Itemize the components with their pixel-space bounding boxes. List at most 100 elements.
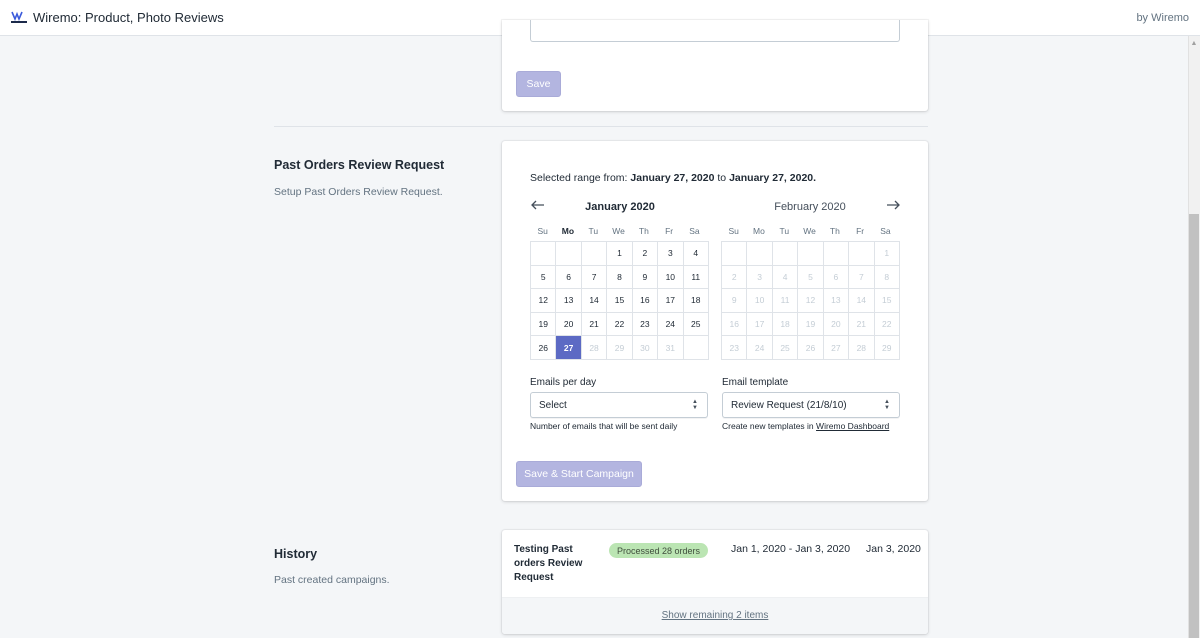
calendar-empty-cell (531, 242, 557, 266)
app-title: Wiremo: Product, Photo Reviews (33, 10, 224, 25)
calendar-day: 26 (798, 336, 824, 360)
calendar-day[interactable]: 14 (581, 289, 608, 313)
scroll-up-arrow-icon[interactable]: ▲ (1190, 40, 1198, 48)
calendar-day: 29 (607, 336, 633, 360)
calendar-day: 10 (747, 289, 773, 313)
weekday-label: Sa (880, 226, 891, 236)
show-remaining-link[interactable]: Show remaining 2 items (502, 610, 928, 621)
calendar-day[interactable]: 2 (632, 242, 659, 266)
weekday-label: Fr (856, 226, 865, 236)
past-orders-description: Setup Past Orders Review Request. (274, 186, 443, 198)
email-template-label: Email template (722, 377, 789, 388)
history-description: Past created campaigns. (274, 574, 390, 586)
emails-per-day-select[interactable]: Select ▲ ▼ (530, 392, 708, 418)
weekday-header-left: Su Mo Tu We Th Fr Sa (530, 226, 707, 236)
history-title: History (274, 547, 318, 561)
range-start: January 27, 2020 (630, 172, 715, 184)
calendar-day: 29 (874, 336, 900, 360)
calendar-day: 25 (772, 336, 799, 360)
weekday-label: We (803, 226, 816, 236)
campaign-date: Jan 3, 2020 (866, 543, 921, 555)
calendar-empty-cell (581, 242, 608, 266)
emails-per-day-value: Select (539, 399, 567, 411)
calendar-day[interactable]: 5 (531, 265, 557, 290)
calendar-day[interactable]: 22 (607, 312, 633, 337)
calendar-empty-cell (747, 242, 773, 266)
calendar-day-selected[interactable]: 27 (556, 336, 582, 360)
calendar-day[interactable]: 25 (683, 312, 709, 337)
scrollbar-thumb[interactable] (1189, 214, 1199, 638)
calendar-day[interactable]: 21 (581, 312, 608, 337)
calendar-day: 8 (874, 265, 900, 290)
status-badge: Processed 28 orders (609, 543, 709, 558)
calendar-day[interactable]: 19 (531, 312, 557, 337)
calendar-day[interactable]: 15 (607, 289, 633, 313)
select-chevron-icon: ▲ ▼ (884, 399, 890, 411)
past-orders-title: Past Orders Review Request (274, 158, 445, 172)
calendar-day[interactable]: 11 (683, 265, 709, 290)
weekday-header-right: Su Mo Tu We Th Fr Sa (721, 226, 898, 236)
calendar-day: 31 (658, 336, 684, 360)
weekday-label: Tu (588, 226, 599, 236)
calendar-empty-cell (849, 242, 875, 266)
calendar-grid-february: 1 2 3 4 5 6 7 8 9 10 11 12 13 14 15 16 17 18 19 20 21 22 23 24 2… (721, 241, 900, 360)
section-divider (274, 126, 928, 127)
calendar-empty-cell (683, 336, 709, 360)
calendar-empty-cell (823, 242, 850, 266)
range-end: January 27, 2020. (729, 172, 817, 184)
calendar-day[interactable]: 10 (658, 265, 684, 290)
calendar-month-february: February 2020 (774, 201, 846, 213)
calendar-month-january: January 2020 (585, 201, 655, 213)
calendar-day[interactable]: 13 (556, 289, 582, 313)
calendar-empty-cell (772, 242, 799, 266)
email-template-select[interactable]: Review Request (21/8/10) ▲ ▼ (722, 392, 900, 418)
wiremo-dashboard-link[interactable]: Wiremo Dashboard (816, 421, 889, 431)
calendar-day[interactable]: 17 (658, 289, 684, 313)
calendar-day: 16 (722, 312, 748, 337)
weekday-label: Mo (753, 226, 765, 236)
calendar-day[interactable]: 8 (607, 265, 633, 290)
weekday-label: We (612, 226, 625, 236)
calendar-day[interactable]: 9 (632, 265, 659, 290)
weekday-label: Th (638, 226, 649, 236)
calendar-day: 22 (874, 312, 900, 337)
calendar-day: 30 (632, 336, 659, 360)
calendar-day[interactable]: 4 (683, 242, 709, 266)
calendar-day[interactable]: 18 (683, 289, 709, 313)
weekday-label: Su (537, 226, 548, 236)
calendar-grid-january: 1 2 3 4 5 6 7 8 9 10 11 12 13 14 15 16 17 18 19 20 21 22 23 24 2… (530, 241, 709, 360)
selected-range-text: Selected range from: January 27, 2020 to… (530, 172, 817, 184)
calendar-day[interactable]: 26 (531, 336, 557, 360)
previous-text-field[interactable] (530, 20, 900, 42)
calendar-day[interactable]: 6 (556, 265, 582, 290)
save-button[interactable]: Save (516, 71, 561, 97)
calendar-day[interactable]: 16 (632, 289, 659, 313)
calendar-empty-cell (556, 242, 582, 266)
calendar-day: 18 (772, 312, 799, 337)
save-start-campaign-button[interactable]: Save & Start Campaign (516, 461, 642, 487)
weekday-label: Fr (665, 226, 674, 236)
calendar-day: 11 (772, 289, 799, 313)
calendar-day[interactable]: 3 (658, 242, 684, 266)
calendar-day[interactable]: 24 (658, 312, 684, 337)
calendar-day[interactable]: 1 (607, 242, 633, 266)
calendar-day: 23 (722, 336, 748, 360)
calendar-day[interactable]: 12 (531, 289, 557, 313)
by-wiremo-label: by Wiremo (1136, 12, 1189, 24)
calendar-day: 24 (747, 336, 773, 360)
calendar-day[interactable]: 20 (556, 312, 582, 337)
calendar-day: 12 (798, 289, 824, 313)
wiremo-logo-icon (11, 11, 27, 23)
calendar-day: 17 (747, 312, 773, 337)
calendar-day: 1 (874, 242, 900, 266)
weekday-label: Th (829, 226, 840, 236)
weekday-label: Tu (779, 226, 790, 236)
calendar-day: 2 (722, 265, 748, 290)
weekday-label: Sa (689, 226, 700, 236)
campaign-date-range: Jan 1, 2020 - Jan 3, 2020 (731, 543, 851, 555)
calendar-day[interactable]: 7 (581, 265, 608, 290)
weekday-label: Mo (561, 226, 575, 236)
calendar-day: 6 (823, 265, 850, 290)
history-card: Testing Past orders Review Request Proce… (502, 530, 928, 634)
calendar-day[interactable]: 23 (632, 312, 659, 337)
